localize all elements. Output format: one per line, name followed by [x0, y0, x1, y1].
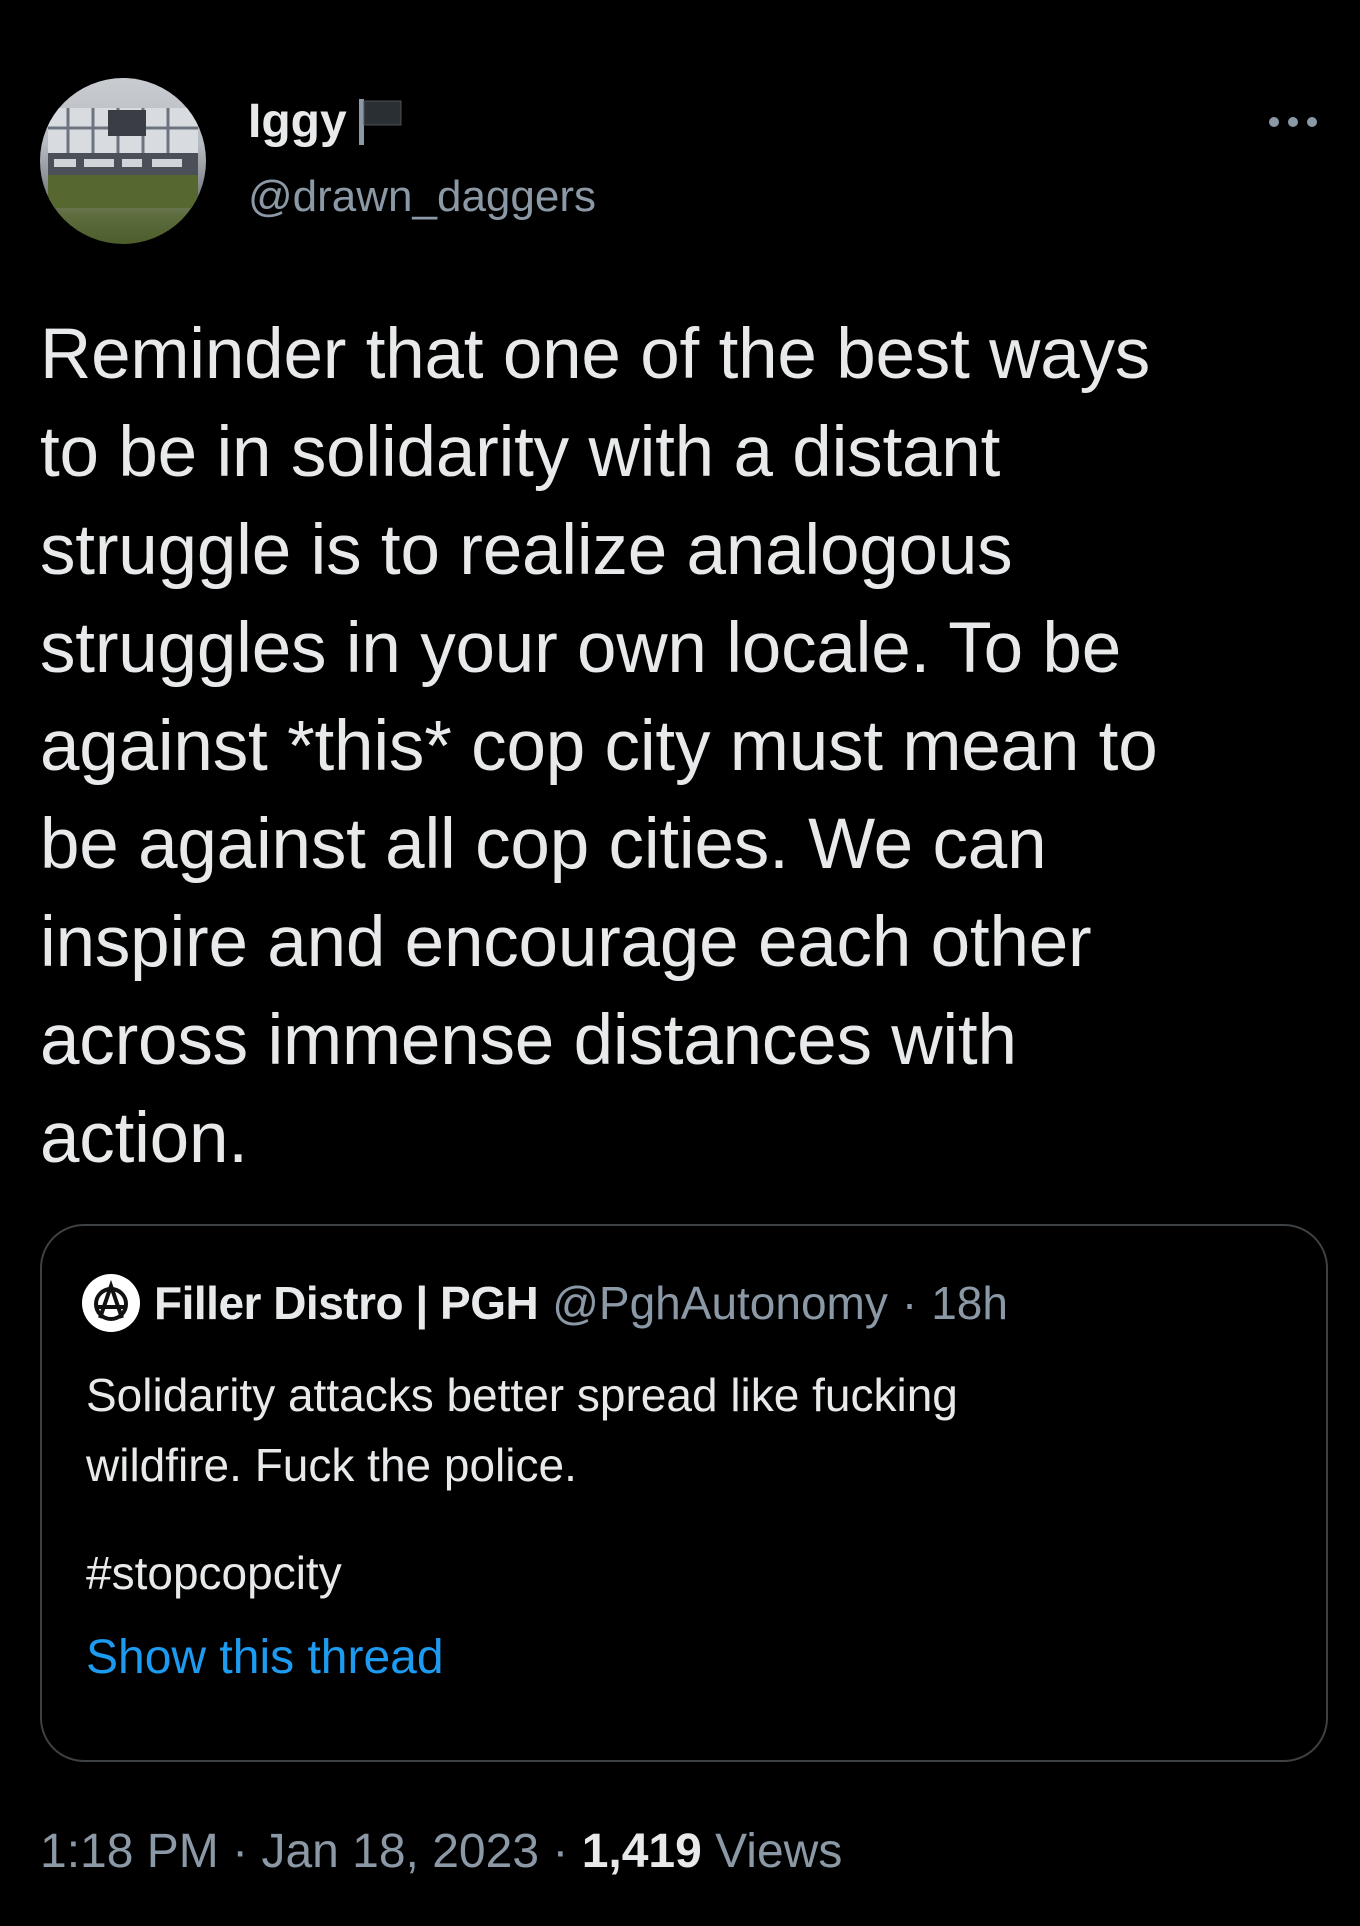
anarchy-logo-icon[interactable] [82, 1274, 140, 1332]
quoted-tweet-text: Solidarity attacks better spread like fu… [86, 1360, 1286, 1500]
tweet-text-line: Reminder that one of the best ways [40, 315, 1151, 394]
tweet-header: Iggy @drawn_daggers [40, 74, 1320, 244]
views-count: 1,419 [581, 1825, 702, 1878]
tweet-text: Reminder that one of the best ways to be… [40, 306, 1320, 1188]
views-label: Views [715, 1825, 843, 1878]
quoted-tweet-header: Filler Distro | PGH @PghAutonomy · 18h [82, 1274, 1008, 1332]
tweet-footer: 1:18 PM · Jan 18, 2023 · 1,419 Views [40, 1824, 842, 1879]
quoted-text-line: Solidarity attacks better spread like fu… [86, 1369, 958, 1421]
tweet-text-line: action. [40, 1099, 248, 1178]
tweet-text-line: to be in solidarity with a distant [40, 413, 1001, 492]
tweet: Iggy @drawn_daggers Reminder that one of… [0, 0, 1360, 1926]
author-handle[interactable]: @drawn_daggers [248, 172, 596, 222]
tweet-text-line: inspire and encourage each other [40, 903, 1092, 982]
quoted-display-name[interactable]: Filler Distro | PGH [154, 1276, 539, 1330]
quoted-text-line: wildfire. Fuck the police. [86, 1439, 577, 1491]
tweet-text-line: across immense distances with [40, 1001, 1017, 1080]
show-thread-link[interactable]: Show this thread [86, 1630, 444, 1685]
quoted-tweet[interactable]: Filler Distro | PGH @PghAutonomy · 18h S… [40, 1224, 1328, 1762]
avatar-building-photo [48, 108, 198, 208]
quoted-hashtag: #stopcopcity [86, 1547, 342, 1599]
tweet-time[interactable]: 1:18 PM [40, 1825, 219, 1878]
quoted-separator: · [901, 1277, 918, 1329]
tweet-text-line: be against all cop cities. We can [40, 805, 1047, 884]
quoted-time[interactable]: 18h [931, 1276, 1008, 1330]
display-name-row: Iggy [248, 94, 405, 149]
tweet-text-line: against *this* cop city must mean to [40, 707, 1158, 786]
avatar[interactable] [40, 78, 206, 244]
flag-icon [357, 97, 405, 147]
footer-separator: · [552, 1825, 569, 1878]
display-name[interactable]: Iggy [248, 94, 347, 149]
tweet-text-line: struggle is to realize analogous [40, 511, 1013, 590]
tweet-text-line: struggles in your own locale. To be [40, 609, 1121, 688]
more-horizontal-icon[interactable] [1266, 110, 1320, 134]
tweet-date[interactable]: Jan 18, 2023 [261, 1825, 539, 1878]
footer-separator: · [232, 1825, 249, 1878]
quoted-handle[interactable]: @PghAutonomy [552, 1276, 888, 1330]
